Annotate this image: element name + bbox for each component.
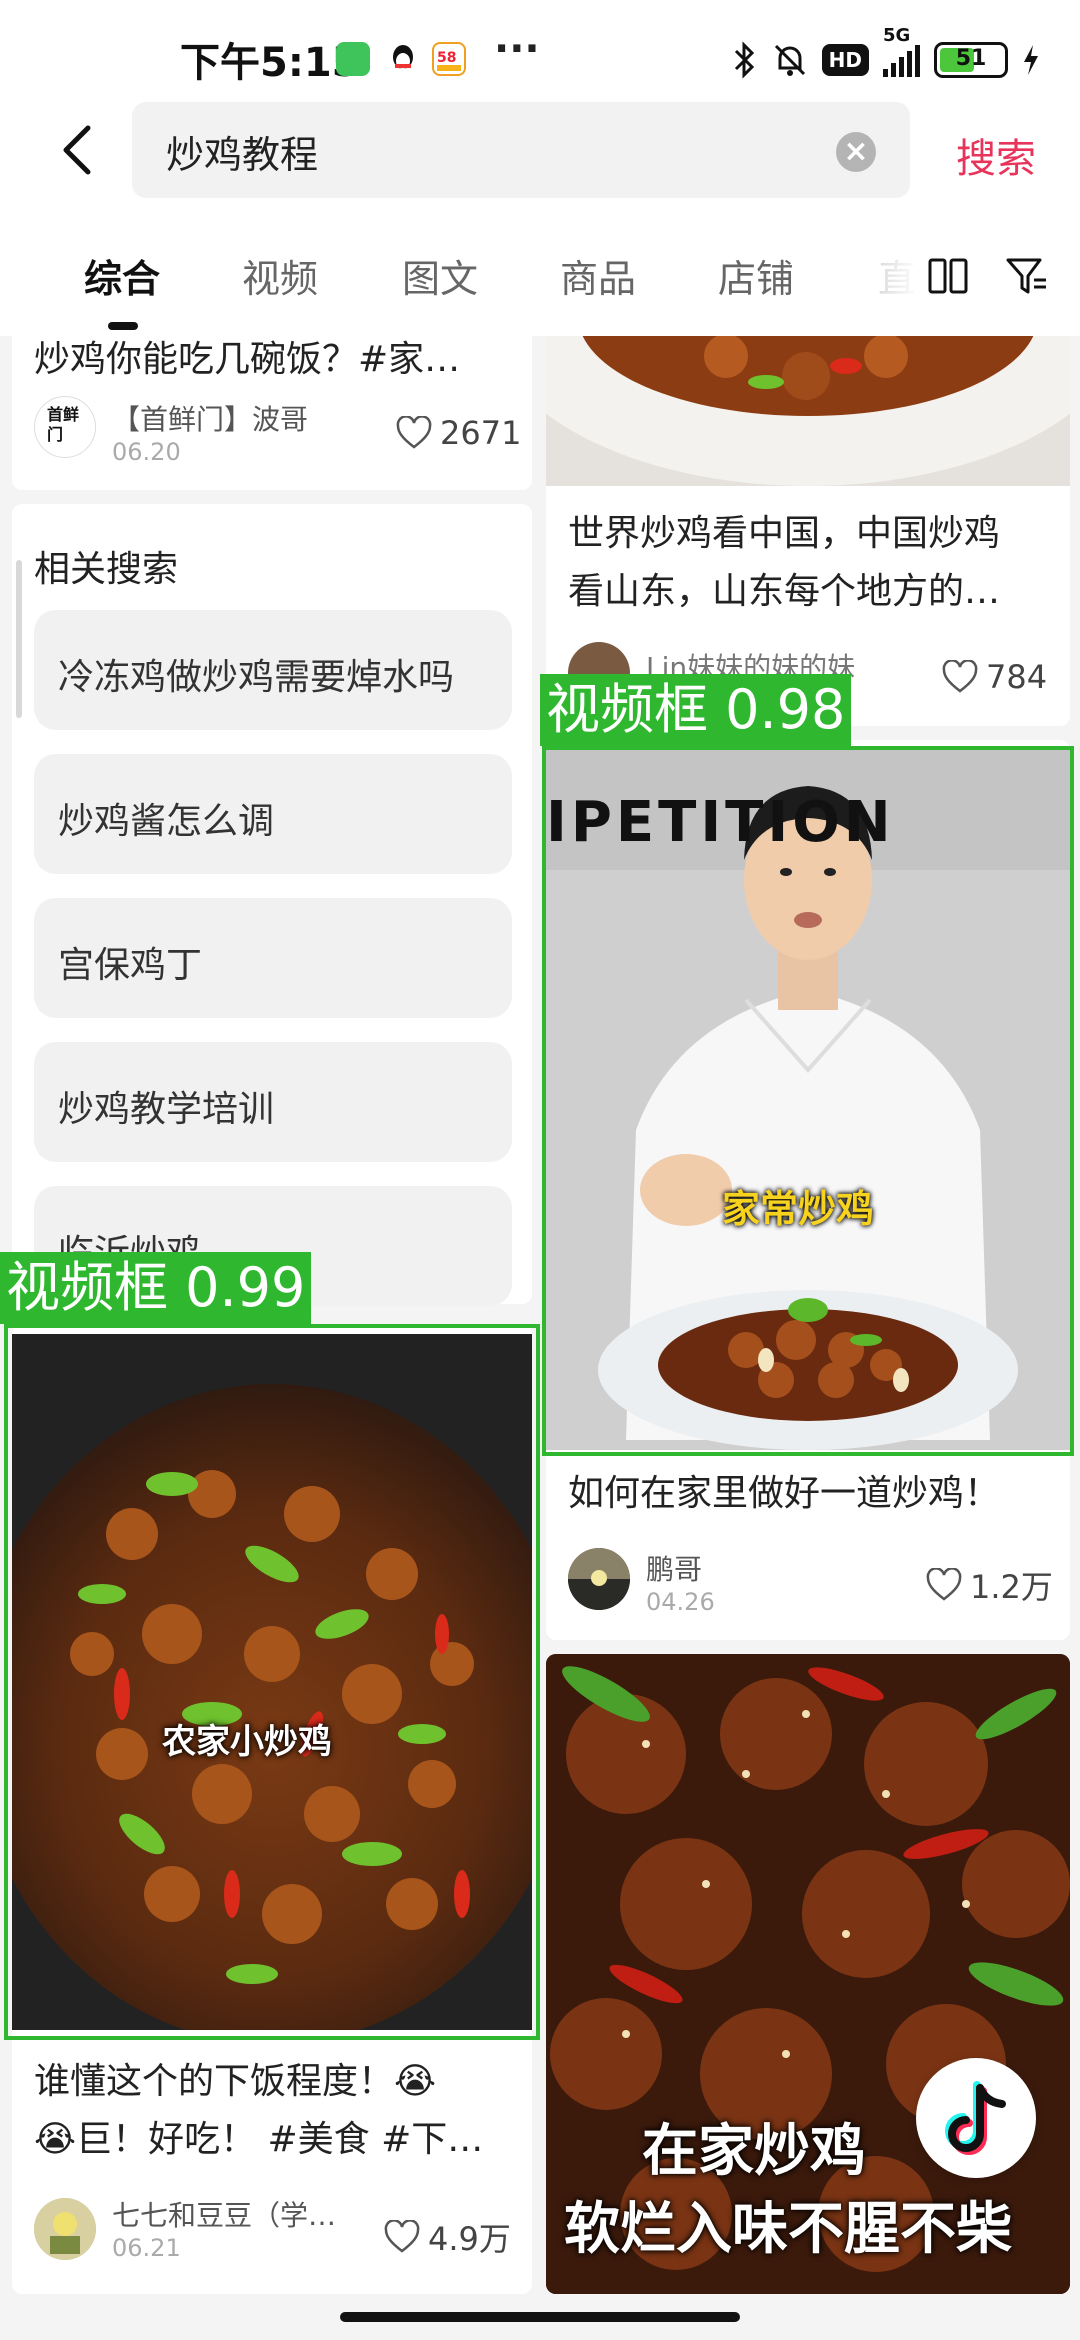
post-title: 炒鸡你能吃几碗饭？#家… xyxy=(34,339,461,380)
status-right-icons: HD 5G 51 xyxy=(732,25,1040,84)
scroll-indicator[interactable] xyxy=(16,560,22,718)
like-count: 4.9万 xyxy=(428,2220,511,2258)
related-search-item[interactable]: 宫保鸡丁 xyxy=(34,898,512,1018)
qq-app-icon xyxy=(386,42,420,76)
back-arrow-icon[interactable] xyxy=(50,120,110,180)
detection-label-left: 视频框 0.99 xyxy=(0,1252,312,1324)
post-title-line2: 看山东，山东每个地方的… xyxy=(568,571,1001,612)
post-thumbnail[interactable]: 在家炒鸡 软烂入味不腥不柴 xyxy=(546,1654,1070,2294)
more-notifications-icon: ··· xyxy=(494,26,540,72)
bluetooth-icon xyxy=(734,41,754,79)
status-time: 下午5:15 xyxy=(180,40,360,86)
active-tab-indicator xyxy=(108,322,138,330)
tab-comprehensive[interactable]: 综合 xyxy=(84,248,160,303)
like-count: 784 xyxy=(986,658,1048,696)
author-name[interactable]: 七七和豆豆（学… xyxy=(112,2194,336,2234)
heart-icon xyxy=(926,1568,962,1601)
battery-icon: 51 xyxy=(934,42,1008,78)
network-type-label: 5G xyxy=(883,25,911,46)
avatar-logo-text: 首鲜门 xyxy=(47,405,80,444)
clear-search-icon[interactable]: × xyxy=(836,132,876,172)
related-search-label: 冷冻鸡做炒鸡需要焯水吗 xyxy=(58,657,455,698)
hd-badge: HD xyxy=(821,44,869,76)
like-count: 1.2万 xyxy=(970,1568,1053,1606)
post-date: 06.21 xyxy=(112,2234,181,2262)
post-date: 06.20 xyxy=(112,438,181,466)
post-title-line1: 谁懂这个的下饭程度！😭 xyxy=(34,2061,437,2102)
related-searches-panel: 相关搜索 冷冻鸡做炒鸡需要焯水吗 炒鸡酱怎么调 宫保鸡丁 炒鸡教学培训 临沂炒鸡 xyxy=(12,504,532,1306)
detection-box-left-video xyxy=(4,1324,540,2040)
douyin-float-button[interactable] xyxy=(916,2058,1036,2178)
like-button[interactable]: 2671 xyxy=(396,414,521,452)
svg-text:58: 58 xyxy=(437,50,456,66)
wechat-app-icon xyxy=(336,42,370,76)
heart-icon xyxy=(942,660,978,693)
status-bar: 下午5:15 58 ··· HD 5G 51 xyxy=(0,0,1080,98)
related-search-item[interactable]: 炒鸡教学培训 xyxy=(34,1042,512,1162)
like-button[interactable]: 4.9万 xyxy=(384,2214,511,2260)
search-query[interactable]: 炒鸡教程 xyxy=(166,124,318,179)
post-title: 如何在家里做好一道炒鸡！ xyxy=(568,1473,1001,1514)
avatar[interactable] xyxy=(34,2198,96,2260)
right-top-post-card[interactable]: 世界炒鸡看中国，中国炒鸡 看山东，山东每个地方的… Lin妹妹的妹的妹 784 xyxy=(546,336,1070,726)
douyin-logo-icon xyxy=(945,2081,1006,2155)
author-name[interactable]: 【首鲜门】波哥 xyxy=(112,398,308,438)
tab-image-text[interactable]: 图文 xyxy=(402,248,478,303)
post-date: 04.26 xyxy=(646,1588,715,1616)
related-search-label: 炒鸡酱怎么调 xyxy=(58,801,275,842)
tab-shops[interactable]: 店铺 xyxy=(718,248,794,303)
avatar[interactable]: 首鲜门 xyxy=(34,396,96,458)
filter-icon[interactable] xyxy=(1004,254,1048,298)
post-title-line1: 世界炒鸡看中国，中国炒鸡 xyxy=(568,513,1001,554)
left-top-post-card[interactable]: 炒鸡你能吃几碗饭？#家… 首鲜门 【首鲜门】波哥 06.20 2671 xyxy=(12,336,532,490)
search-button[interactable]: 搜索 xyxy=(956,126,1036,184)
related-search-item[interactable]: 炒鸡酱怎么调 xyxy=(34,754,512,874)
search-header: 炒鸡教程 × 搜索 xyxy=(0,98,1080,226)
charging-icon xyxy=(1024,45,1038,75)
related-search-item[interactable]: 冷冻鸡做炒鸡需要焯水吗 xyxy=(34,610,512,730)
mute-bell-icon xyxy=(774,44,805,76)
heart-icon xyxy=(384,2220,420,2253)
like-button[interactable]: 784 xyxy=(942,658,1047,696)
thumbnail-caption-line1: 在家炒鸡 xyxy=(642,2119,866,2184)
related-search-label: 宫保鸡丁 xyxy=(58,945,203,986)
layout-toggle-icon[interactable] xyxy=(926,254,970,298)
related-search-label: 炒鸡教学培训 xyxy=(58,1089,275,1130)
detection-box-right-video xyxy=(542,746,1074,1456)
battery-level: 51 xyxy=(955,46,987,71)
search-input[interactable]: 炒鸡教程 × xyxy=(132,102,910,198)
like-count: 2671 xyxy=(440,414,522,452)
thumbnail-caption-line2: 软烂入味不腥不柴 xyxy=(564,2197,1012,2262)
home-indicator[interactable] xyxy=(340,2312,740,2322)
post-thumbnail[interactable] xyxy=(546,336,1070,486)
tabs-fade xyxy=(860,226,920,336)
tab-video[interactable]: 视频 xyxy=(242,248,318,303)
author-name[interactable]: 鹏哥 xyxy=(646,1548,702,1588)
signal-icon: 5G xyxy=(883,25,920,77)
related-searches-title: 相关搜索 xyxy=(34,549,179,590)
right-bottom-post-card[interactable]: 在家炒鸡 软烂入味不腥不柴 xyxy=(546,1654,1070,2294)
avatar[interactable] xyxy=(568,1548,630,1610)
tab-products[interactable]: 商品 xyxy=(560,248,636,303)
category-tabs: 综合 视频 图文 商品 店铺 直 xyxy=(0,226,1080,336)
heart-icon xyxy=(396,416,432,449)
post-title-line2: 😭巨！好吃！ #美食 #下… xyxy=(34,2119,484,2160)
food-image xyxy=(546,336,1070,486)
like-button[interactable]: 1.2万 xyxy=(926,1562,1053,1608)
detection-label-right: 视频框 0.98 xyxy=(540,674,852,746)
58-app-icon: 58 xyxy=(432,42,466,76)
